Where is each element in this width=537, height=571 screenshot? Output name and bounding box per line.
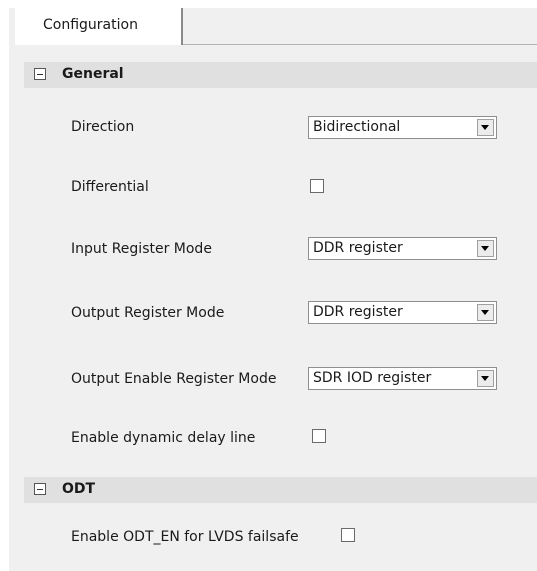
input-register-mode-select[interactable]: DDR register xyxy=(308,237,497,260)
section-title-general: General xyxy=(62,66,124,82)
direction-select[interactable]: Bidirectional xyxy=(308,116,497,139)
enable-dynamic-delay-line-checkbox[interactable] xyxy=(312,429,326,443)
differential-label: Differential xyxy=(71,179,149,195)
input-register-mode-label: Input Register Mode xyxy=(71,241,212,257)
output-enable-register-mode-value: SDR IOD register xyxy=(313,370,432,386)
collapse-icon[interactable] xyxy=(34,68,46,80)
section-title-odt: ODT xyxy=(62,481,96,497)
direction-label: Direction xyxy=(71,119,135,135)
chevron-down-icon[interactable] xyxy=(477,119,494,136)
enable-dynamic-delay-line-label: Enable dynamic delay line xyxy=(71,430,256,446)
output-register-mode-label: Output Register Mode xyxy=(71,305,225,321)
section-header-general[interactable]: General xyxy=(24,62,537,88)
enable-odt-en-label: Enable ODT_EN for LVDS failsafe xyxy=(71,529,299,545)
output-enable-register-mode-select[interactable]: SDR IOD register xyxy=(308,367,497,390)
chevron-down-icon[interactable] xyxy=(477,240,494,257)
direction-value: Bidirectional xyxy=(313,119,401,135)
tab-configuration[interactable]: Configuration xyxy=(15,8,183,45)
output-enable-register-mode-label: Output Enable Register Mode xyxy=(71,371,277,387)
input-register-mode-value: DDR register xyxy=(313,240,403,256)
output-register-mode-select[interactable]: DDR register xyxy=(308,301,497,324)
configuration-panel: Configuration General Direction Bidirect… xyxy=(9,8,537,571)
enable-odt-en-checkbox[interactable] xyxy=(341,528,355,542)
section-header-odt[interactable]: ODT xyxy=(24,477,537,503)
tab-label: Configuration xyxy=(43,17,138,33)
chevron-down-icon[interactable] xyxy=(477,304,494,321)
output-register-mode-value: DDR register xyxy=(313,304,403,320)
differential-checkbox[interactable] xyxy=(310,179,324,193)
chevron-down-icon[interactable] xyxy=(477,370,494,387)
tab-strip: Configuration xyxy=(9,8,537,46)
tab-divider xyxy=(183,44,537,45)
collapse-icon[interactable] xyxy=(34,483,46,495)
